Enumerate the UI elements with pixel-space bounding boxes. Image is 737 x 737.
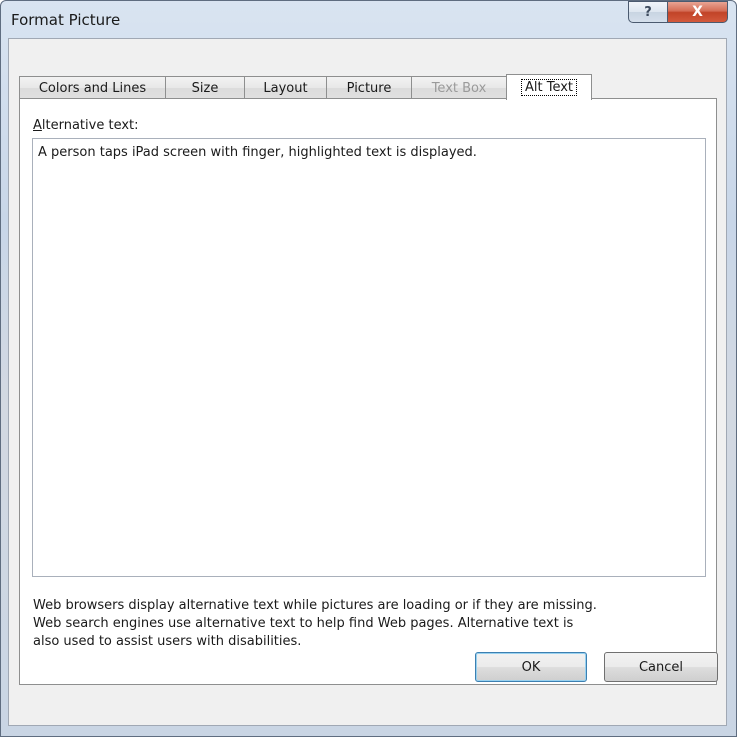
close-icon: X <box>692 4 703 20</box>
alt-text-description: Web browsers display alternative text wh… <box>33 597 723 651</box>
tab-text-box: Text Box <box>411 76 507 99</box>
help-icon: ? <box>644 4 652 20</box>
tab-alt-text-label: Alt Text <box>520 79 578 96</box>
window-title: Format Picture <box>11 11 121 29</box>
tab-strip: Colors and Lines Size Layout Picture Tex… <box>19 74 592 100</box>
alternative-text-label-rest: lternative text: <box>41 118 139 133</box>
title-bar[interactable]: Format Picture ? X <box>1 1 736 39</box>
tab-alt-text[interactable]: Alt Text <box>506 74 592 100</box>
description-line-1: Web browsers display alternative text wh… <box>33 598 597 613</box>
alternative-text-accelerator: A <box>33 118 42 133</box>
tab-layout[interactable]: Layout <box>244 76 327 99</box>
tab-size[interactable]: Size <box>165 76 245 99</box>
ok-button[interactable]: OK <box>475 652 587 682</box>
cancel-button[interactable]: Cancel <box>604 652 718 682</box>
tab-colors-and-lines[interactable]: Colors and Lines <box>19 76 166 99</box>
tab-picture[interactable]: Picture <box>326 76 412 99</box>
help-button[interactable]: ? <box>628 1 668 23</box>
description-line-2: Web search engines use alternative text … <box>33 616 574 631</box>
close-button[interactable]: X <box>668 1 728 23</box>
alternative-text-input[interactable]: A person taps iPad screen with finger, h… <box>32 138 706 577</box>
title-bar-buttons: ? X <box>628 1 728 23</box>
alternative-text-label: Alternative text: <box>33 118 139 133</box>
description-line-3: also used to assist users with disabilit… <box>33 634 302 649</box>
